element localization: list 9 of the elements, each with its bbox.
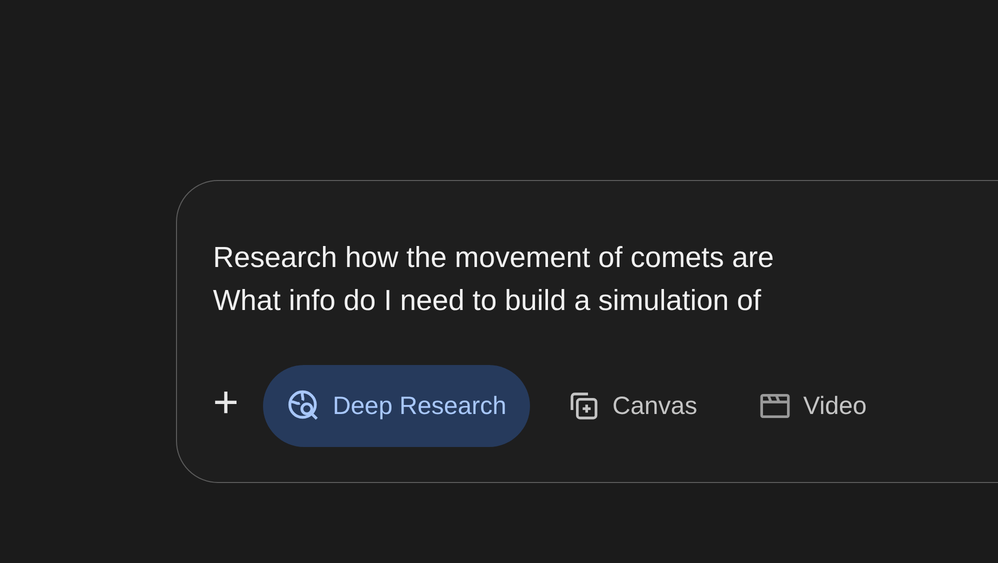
deep-research-button[interactable]: Deep Research [262,365,530,447]
clapperboard-icon [759,392,792,420]
prompt-text: Research how the movement of comets are [213,241,774,276]
prompt-box[interactable]: Research how the movement of comets are What info do I need to build a simulation of + Deep Research Canvas Video [176,180,998,483]
video-button[interactable]: Video [735,365,891,447]
prompt-text: What info do I need to build a simulation of [213,284,762,319]
canvas-button[interactable]: Canvas [544,365,722,447]
add-button[interactable]: + [213,381,249,431]
add-document-icon [568,390,600,422]
